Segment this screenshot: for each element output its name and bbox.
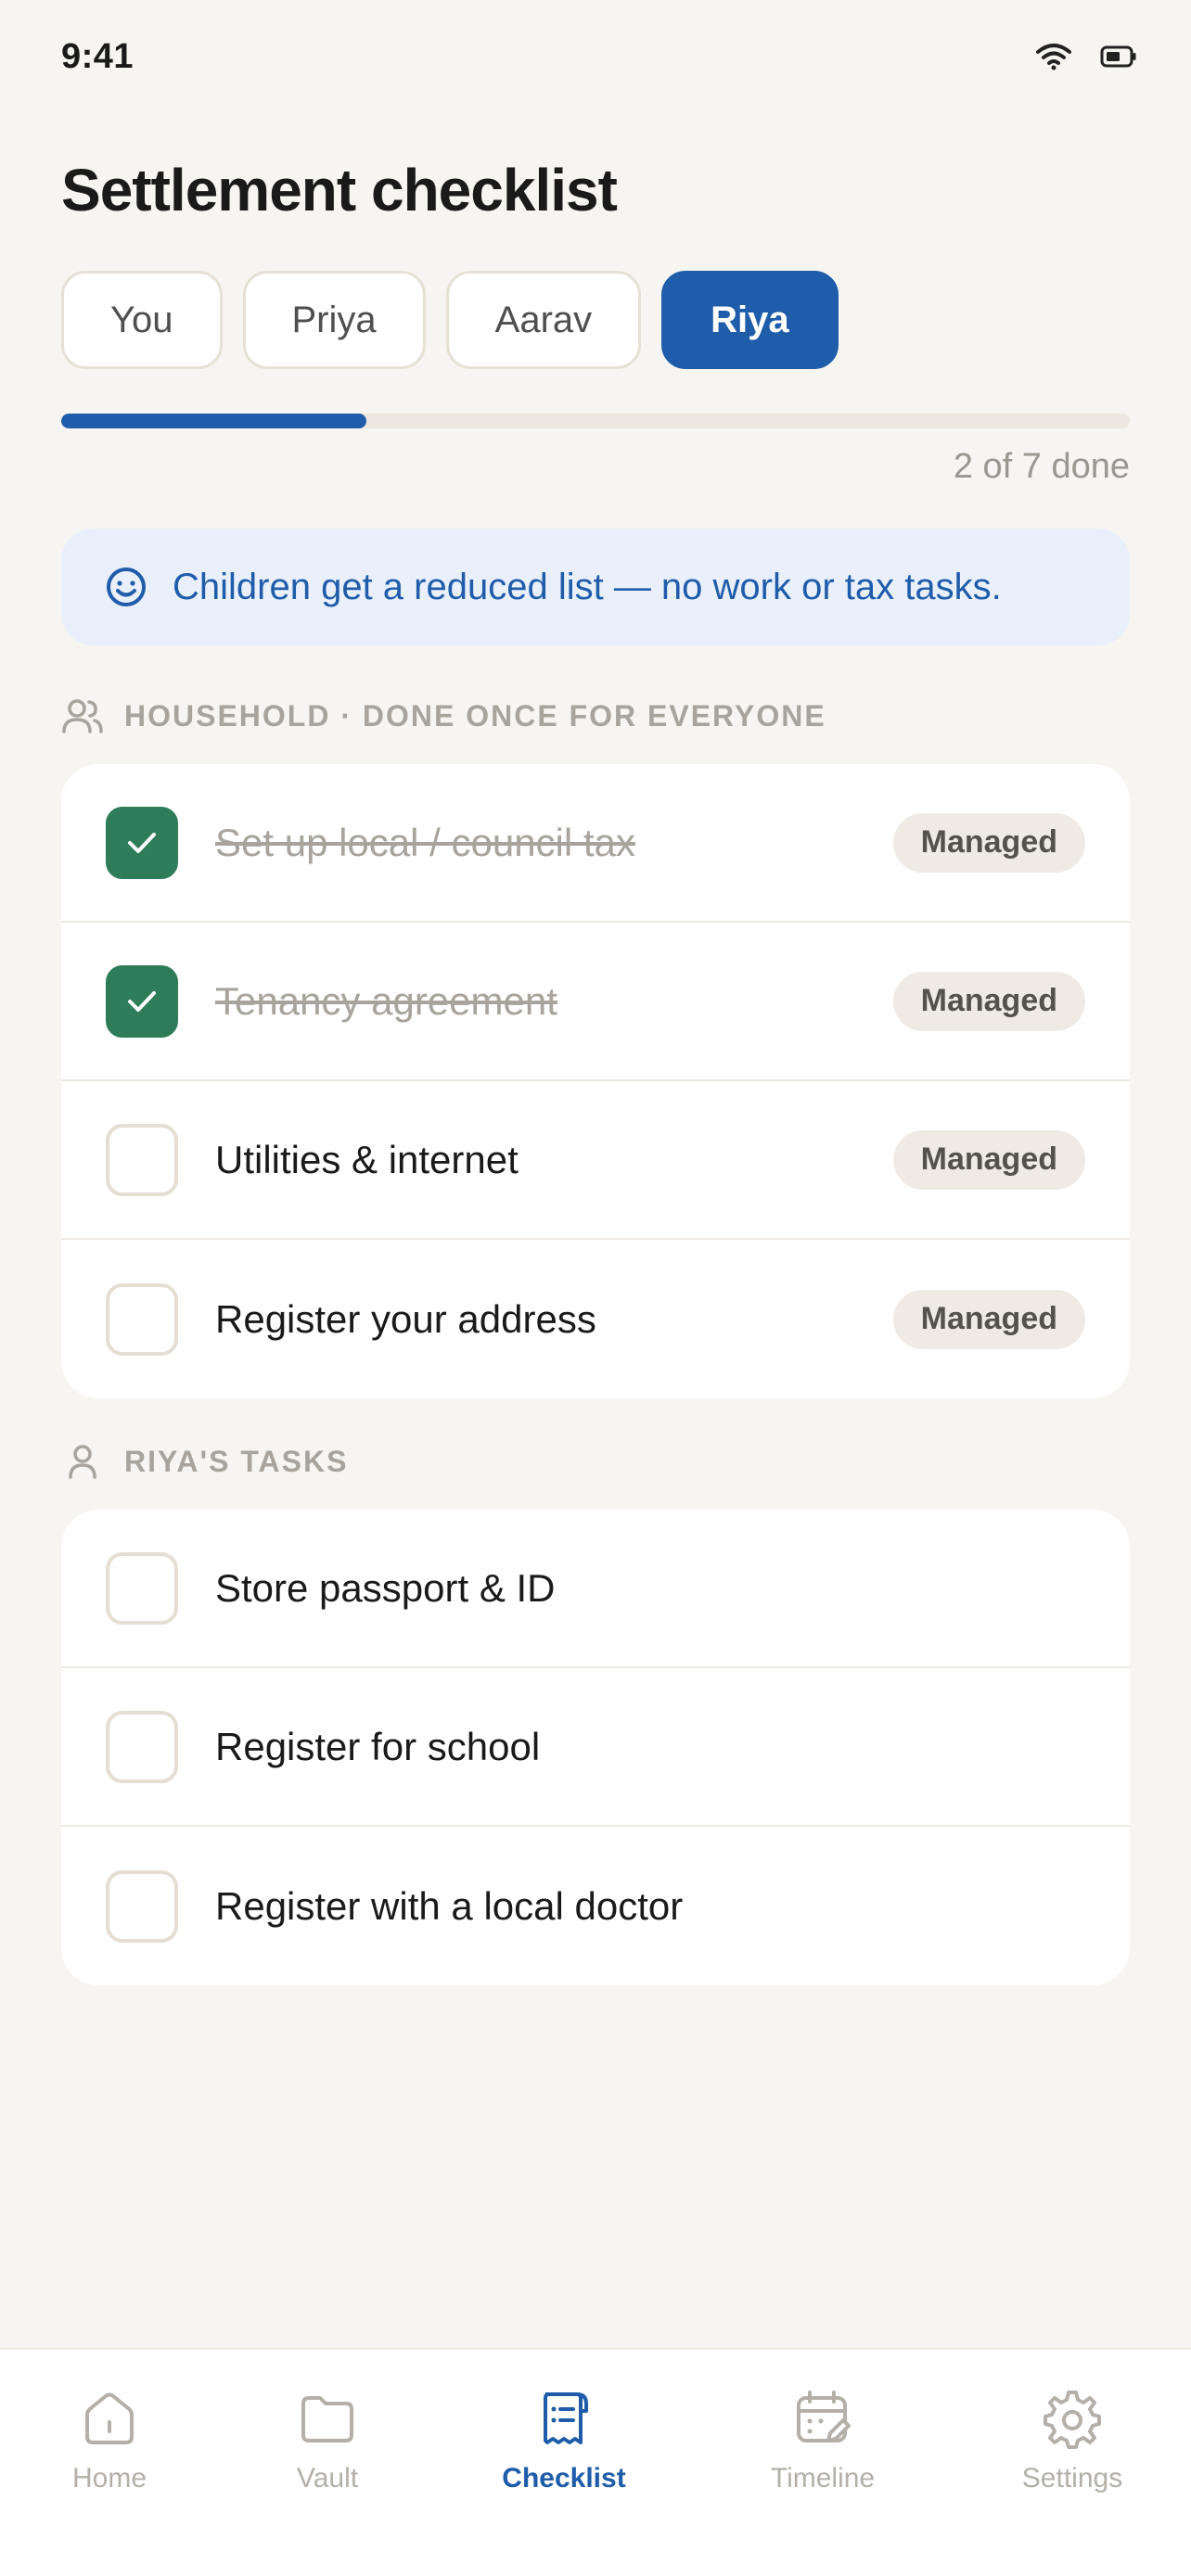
user-icon — [69, 1445, 96, 1479]
member-tab-riya[interactable]: Riya — [661, 271, 839, 369]
tab-settings-label: Settings — [1021, 2463, 1123, 2493]
info-banner: Children get a reduced list — no work or… — [61, 529, 1130, 645]
household-card: Set up local / council tax Managed Tenan… — [61, 764, 1130, 1398]
battery-icon — [1100, 45, 1136, 68]
tab-timeline[interactable]: Timeline — [730, 2387, 916, 2494]
tab-vault[interactable]: Vault — [235, 2387, 420, 2494]
list-item[interactable]: Tenancy agreement Managed — [61, 923, 1130, 1081]
tab-home[interactable]: Home — [17, 2387, 202, 2494]
gear-icon — [1044, 2391, 1101, 2449]
task-checkbox[interactable] — [106, 1123, 178, 1196]
task-label: Register with a local doctor — [215, 1883, 684, 1928]
member-tab-you[interactable]: You — [61, 271, 223, 369]
progress-text: 2 of 7 done — [953, 447, 1130, 486]
task-checkbox[interactable] — [106, 964, 178, 1038]
task-checkbox[interactable] — [106, 1551, 178, 1625]
list-item[interactable]: Register with a local doctor — [61, 1827, 1130, 1985]
checkmark-icon — [128, 990, 156, 1012]
list-item[interactable]: Utilities & internet Managed — [61, 1081, 1130, 1240]
task-label: Register for school — [215, 1724, 541, 1768]
wifi-icon — [1036, 44, 1071, 70]
tab-home-label: Home — [71, 2463, 147, 2493]
managed-badge: Managed — [892, 971, 1085, 1031]
household-section-title: HOUSEHOLD · DONE ONCE FOR EVERYONE — [124, 698, 826, 733]
list-item[interactable]: Store passport & ID — [61, 1510, 1130, 1668]
tab-checklist[interactable]: Checklist — [471, 2387, 657, 2494]
task-label: Register your address — [215, 1296, 596, 1341]
checkmark-icon — [128, 832, 156, 853]
home-icon — [85, 2392, 134, 2444]
checklist-icon — [544, 2392, 588, 2444]
bottom-tab-bar: Home Vault Checklist Timeline Settings — [0, 2348, 1191, 2576]
personal-section-title: RIYA'S TASKS — [124, 1444, 349, 1478]
managed-badge: Managed — [892, 1289, 1085, 1349]
managed-badge: Managed — [892, 812, 1085, 873]
tab-checklist-label: Checklist — [502, 2463, 626, 2493]
member-tab-aarav[interactable]: Aarav — [445, 271, 642, 369]
calendar-icon — [797, 2391, 851, 2442]
task-label: Set up local / council tax — [215, 820, 635, 864]
progress-bar — [61, 414, 1130, 428]
smile-icon — [107, 567, 146, 606]
personal-card: Store passport & ID Register for school … — [61, 1510, 1130, 1985]
status-time: 9:41 — [61, 37, 134, 76]
folder-icon — [301, 2396, 353, 2442]
personal-section-label: RIYA'S TASKS — [61, 1443, 348, 1480]
progress-fill — [61, 414, 367, 428]
task-label: Store passport & ID — [215, 1565, 556, 1610]
managed-badge: Managed — [892, 1129, 1085, 1190]
tab-timeline-label: Timeline — [770, 2463, 876, 2493]
status-bar: 9:41 — [0, 0, 1191, 121]
users-icon — [62, 699, 103, 733]
task-checkbox[interactable] — [106, 1710, 178, 1783]
member-tab-priya[interactable]: Priya — [242, 271, 426, 369]
tab-vault-label: Vault — [296, 2463, 359, 2493]
household-section-label: HOUSEHOLD · DONE ONCE FOR EVERYONE — [61, 697, 826, 734]
list-item[interactable]: Set up local / council tax Managed — [61, 764, 1130, 923]
page-title: Settlement checklist — [61, 157, 618, 223]
task-label: Tenancy agreement — [215, 978, 557, 1023]
list-item[interactable]: Register your address Managed — [61, 1240, 1130, 1398]
task-checkbox[interactable] — [106, 1869, 178, 1943]
info-banner-text: Children get a reduced list — no work or… — [173, 566, 1002, 607]
list-item[interactable]: Register for school — [61, 1668, 1130, 1827]
task-label: Utilities & internet — [215, 1137, 519, 1181]
tab-settings[interactable]: Settings — [980, 2387, 1165, 2494]
task-checkbox[interactable] — [106, 806, 178, 879]
member-selector: You Priya Aarav Riya — [61, 271, 839, 369]
task-checkbox[interactable] — [106, 1282, 178, 1356]
